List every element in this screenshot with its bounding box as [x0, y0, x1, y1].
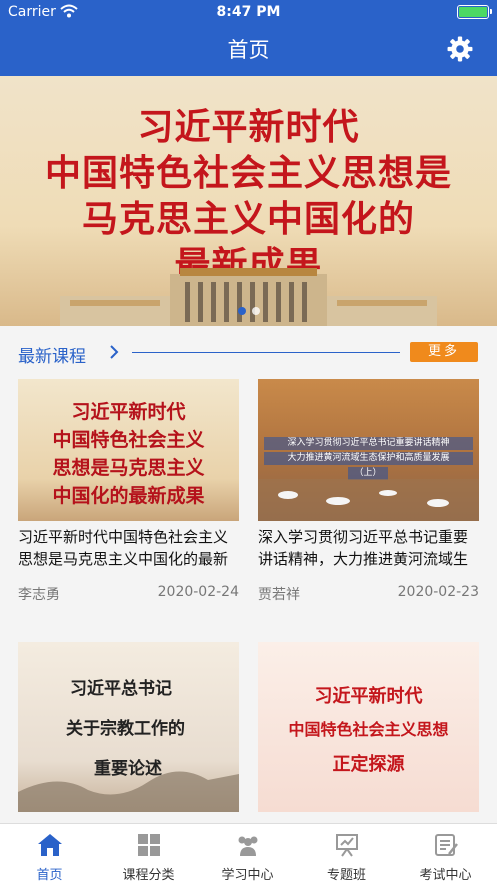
tab-categories[interactable]: 课程分类	[99, 824, 198, 884]
tab-home[interactable]: 首页	[0, 824, 99, 884]
birds-water-image	[258, 479, 479, 521]
top-bar: Carrier 8:47 PM 首页	[0, 0, 497, 76]
page-title: 首页	[227, 38, 270, 62]
thumb-text: 正定探源	[332, 754, 405, 775]
banner-line: 习近平新时代	[137, 106, 360, 148]
thumb-text: 中国特色社会主义	[52, 429, 205, 451]
chevron-right-icon[interactable]	[108, 344, 120, 360]
tab-label: 学习中心	[221, 868, 274, 883]
course-thumbnail: 习近平总书记 关于宗教工作的 重要论述	[18, 642, 239, 812]
banner-line: 中国特色社会主义思想是	[44, 152, 452, 194]
latest-courses-header: 最新课程 更多	[0, 338, 497, 368]
thumb-text: 中国特色社会主义思想	[288, 720, 449, 739]
bottom-tab-bar: 首页 课程分类 学习中心 专题班 考试中心	[0, 823, 497, 884]
carousel-dot[interactable]	[252, 307, 260, 315]
status-time: 8:47 PM	[216, 4, 281, 20]
people-icon	[238, 836, 258, 856]
course-title: 习近平新时代中国特色社会主义思想是马克思主义中国化的最新成果	[18, 528, 229, 568]
tab-special-class[interactable]: 专题班	[297, 824, 396, 884]
tab-label: 考试中心	[419, 868, 472, 883]
exam-icon	[435, 834, 458, 856]
thumb-text: 习近平新时代	[71, 401, 186, 423]
course-card[interactable]: 习近平总书记 关于宗教工作的 重要论述	[18, 642, 239, 812]
divider	[132, 352, 400, 353]
status-bar: Carrier 8:47 PM	[0, 0, 497, 26]
course-thumbnail: 习近平新时代 中国特色社会主义 思想是马克思主义 中国化的最新成果	[18, 379, 239, 521]
tab-learning-center[interactable]: 学习中心	[198, 824, 297, 884]
thumb-text: 习近平新时代	[314, 686, 423, 707]
tab-label: 首页	[36, 868, 63, 883]
thumb-text: 深入学习贯彻习近平总书记重要讲话精神	[264, 437, 473, 450]
home-icon	[38, 834, 62, 856]
thumb-text: 思想是马克思主义	[52, 457, 205, 479]
grid-icon	[138, 834, 160, 856]
course-date: 2020-02-24	[157, 584, 239, 600]
tab-label: 专题班	[326, 868, 366, 883]
landscape-image	[18, 771, 239, 812]
course-thumbnail: 深入学习贯彻习近平总书记重要讲话精神 大力推进黄河流域生态保护和高质量发展 （上…	[258, 379, 479, 521]
course-thumbnail: 习近平新时代 中国特色社会主义思想 正定探源	[258, 642, 479, 812]
thumb-text: 中国化的最新成果	[52, 485, 205, 507]
presentation-icon	[336, 834, 358, 857]
more-button[interactable]: 更多	[410, 342, 478, 362]
section-title[interactable]: 最新课程	[18, 342, 86, 367]
gear-icon[interactable]	[447, 36, 473, 62]
thumb-text: 关于宗教工作的	[66, 719, 185, 739]
course-card[interactable]: 深入学习贯彻习近平总书记重要讲话精神 大力推进黄河流域生态保护和高质量发展 （上…	[258, 379, 479, 604]
course-card[interactable]: 习近平新时代 中国特色社会主义思想 正定探源	[258, 642, 479, 812]
carousel-dot-active[interactable]	[238, 307, 246, 315]
tab-exam-center[interactable]: 考试中心	[396, 824, 495, 884]
course-title: 深入学习贯彻习近平总书记重要讲话精神，大力推进黄河流域生态保护和高质量发展（上）	[258, 528, 469, 568]
tab-label: 课程分类	[122, 868, 175, 883]
thumb-text: 习近平总书记	[70, 679, 172, 699]
course-date: 2020-02-23	[397, 584, 479, 600]
thumb-text: 大力推进黄河流域生态保护和高质量发展	[264, 452, 473, 465]
course-author: 贾若祥	[258, 587, 300, 603]
great-hall-image	[60, 268, 437, 326]
banner-carousel[interactable]: 习近平新时代 中国特色社会主义思想是 马克思主义中国化的 最新成果	[0, 76, 497, 326]
banner-line: 马克思主义中国化的	[81, 198, 415, 240]
course-author: 李志勇	[18, 587, 60, 603]
battery-icon	[457, 5, 492, 19]
course-card[interactable]: 习近平新时代 中国特色社会主义 思想是马克思主义 中国化的最新成果 习近平新时代…	[18, 379, 239, 604]
